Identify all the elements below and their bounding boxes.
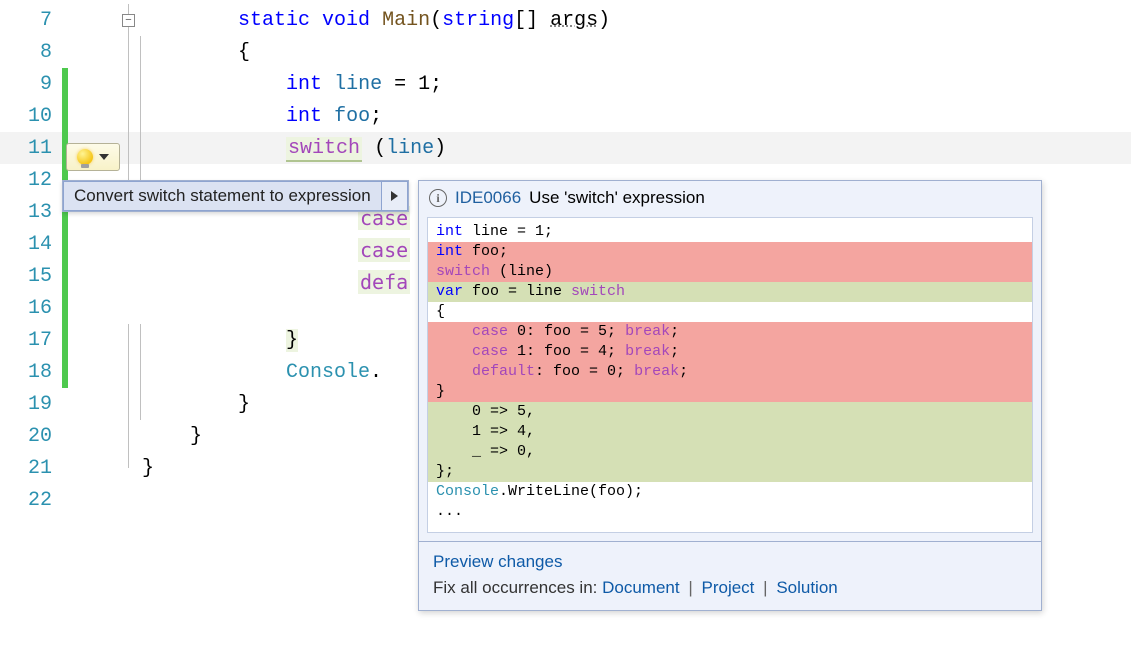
diagnostic-message: Use 'switch' expression <box>529 188 705 208</box>
code-text[interactable]: } <box>126 393 250 416</box>
fix-document-link[interactable]: Document <box>602 578 679 597</box>
line-number: 15 <box>0 265 62 288</box>
preview-footer: Preview changes Fix all occurrences in: … <box>419 541 1041 610</box>
diagnostic-code: IDE0066 <box>455 188 521 208</box>
chevron-right-icon <box>391 191 398 201</box>
line-number: 21 <box>0 457 62 480</box>
chevron-down-icon <box>99 154 109 160</box>
line-number: 19 <box>0 393 62 416</box>
diff-line-removed: } <box>428 382 1032 402</box>
quick-action-menu: Convert switch statement to expression <box>62 180 409 212</box>
fix-solution-link[interactable]: Solution <box>776 578 837 597</box>
code-text[interactable]: int foo; <box>126 105 382 128</box>
line-number: 8 <box>0 41 62 64</box>
code-text[interactable]: } <box>126 457 154 480</box>
line-number: 10 <box>0 105 62 128</box>
diff-line-added: }; <box>428 462 1032 482</box>
gutter <box>68 420 126 452</box>
diff-line-removed: default: foo = 0; break; <box>428 362 1032 382</box>
diff-line-removed: int foo; <box>428 242 1032 262</box>
diff-line-added: _ => 0, <box>428 442 1032 462</box>
diff-line-added: var foo = line switch <box>428 282 1032 302</box>
gutter <box>68 484 126 516</box>
diff-line: int line = 1; <box>428 222 1032 242</box>
gutter <box>68 452 126 484</box>
quick-action-submenu-button[interactable] <box>382 181 408 211</box>
line-number: 7 <box>0 9 62 32</box>
code-text[interactable]: } <box>126 329 298 352</box>
gutter <box>68 36 126 68</box>
code-line[interactable]: 9 int line = 1; <box>0 68 1131 100</box>
fix-all-label: Fix all occurrences in: <box>433 578 597 597</box>
gutter <box>68 388 126 420</box>
line-number: 18 <box>0 361 62 384</box>
preview-header: i IDE0066 Use 'switch' expression <box>419 181 1041 217</box>
line-number: 16 <box>0 297 62 320</box>
gutter <box>68 356 126 388</box>
diff-line-removed: case 1: foo = 4; break; <box>428 342 1032 362</box>
gutter <box>68 324 126 356</box>
diff-line-removed: switch (line) <box>428 262 1032 282</box>
lightbulb-button[interactable] <box>66 143 120 171</box>
code-text[interactable]: int line = 1; <box>126 73 442 96</box>
line-number: 22 <box>0 489 62 512</box>
refactoring-preview-panel: i IDE0066 Use 'switch' expression int li… <box>418 180 1042 611</box>
separator: | <box>763 578 767 597</box>
quick-action-item[interactable]: Convert switch statement to expression <box>63 181 382 211</box>
code-fragment: case <box>358 238 410 262</box>
diff-line-added: 0 => 5, <box>428 402 1032 422</box>
line-number: 9 <box>0 73 62 96</box>
collapse-icon[interactable]: − <box>122 14 135 27</box>
code-line[interactable]: 7 − static void Main(string[] args) <box>0 4 1131 36</box>
code-text[interactable]: static void Main(string[] args) <box>126 9 610 32</box>
diff-line: ... <box>428 502 1032 522</box>
diff-line: Console.WriteLine(foo); <box>428 482 1032 502</box>
separator: | <box>688 578 692 597</box>
gutter <box>68 68 126 100</box>
fix-project-link[interactable]: Project <box>702 578 755 597</box>
gutter <box>68 228 126 260</box>
line-number: 13 <box>0 201 62 224</box>
code-text[interactable]: Console. <box>126 361 382 384</box>
line-number: 12 <box>0 169 62 192</box>
line-number: 14 <box>0 233 62 256</box>
preview-changes-link[interactable]: Preview changes <box>433 552 562 571</box>
line-number: 17 <box>0 329 62 352</box>
code-text[interactable]: { <box>126 41 250 64</box>
diff-line-removed: case 0: foo = 5; break; <box>428 322 1032 342</box>
code-text[interactable]: switch (line) <box>126 137 446 160</box>
info-icon: i <box>429 189 447 207</box>
line-number: 11 <box>0 137 62 160</box>
gutter <box>68 260 126 292</box>
code-text[interactable]: } <box>126 425 202 448</box>
diff-line: { <box>428 302 1032 322</box>
line-number: 20 <box>0 425 62 448</box>
lightbulb-icon <box>77 149 93 165</box>
diff-viewer[interactable]: int line = 1; int foo; switch (line) var… <box>427 217 1033 533</box>
gutter <box>68 292 126 324</box>
code-fragment: defa <box>358 270 410 294</box>
code-line[interactable]: 8 { <box>0 36 1131 68</box>
code-line[interactable]: 11 switch (line) <box>0 132 1131 164</box>
code-line[interactable]: 10 int foo; <box>0 100 1131 132</box>
diff-line-added: 1 => 4, <box>428 422 1032 442</box>
gutter: − <box>68 4 126 36</box>
gutter <box>68 100 126 132</box>
